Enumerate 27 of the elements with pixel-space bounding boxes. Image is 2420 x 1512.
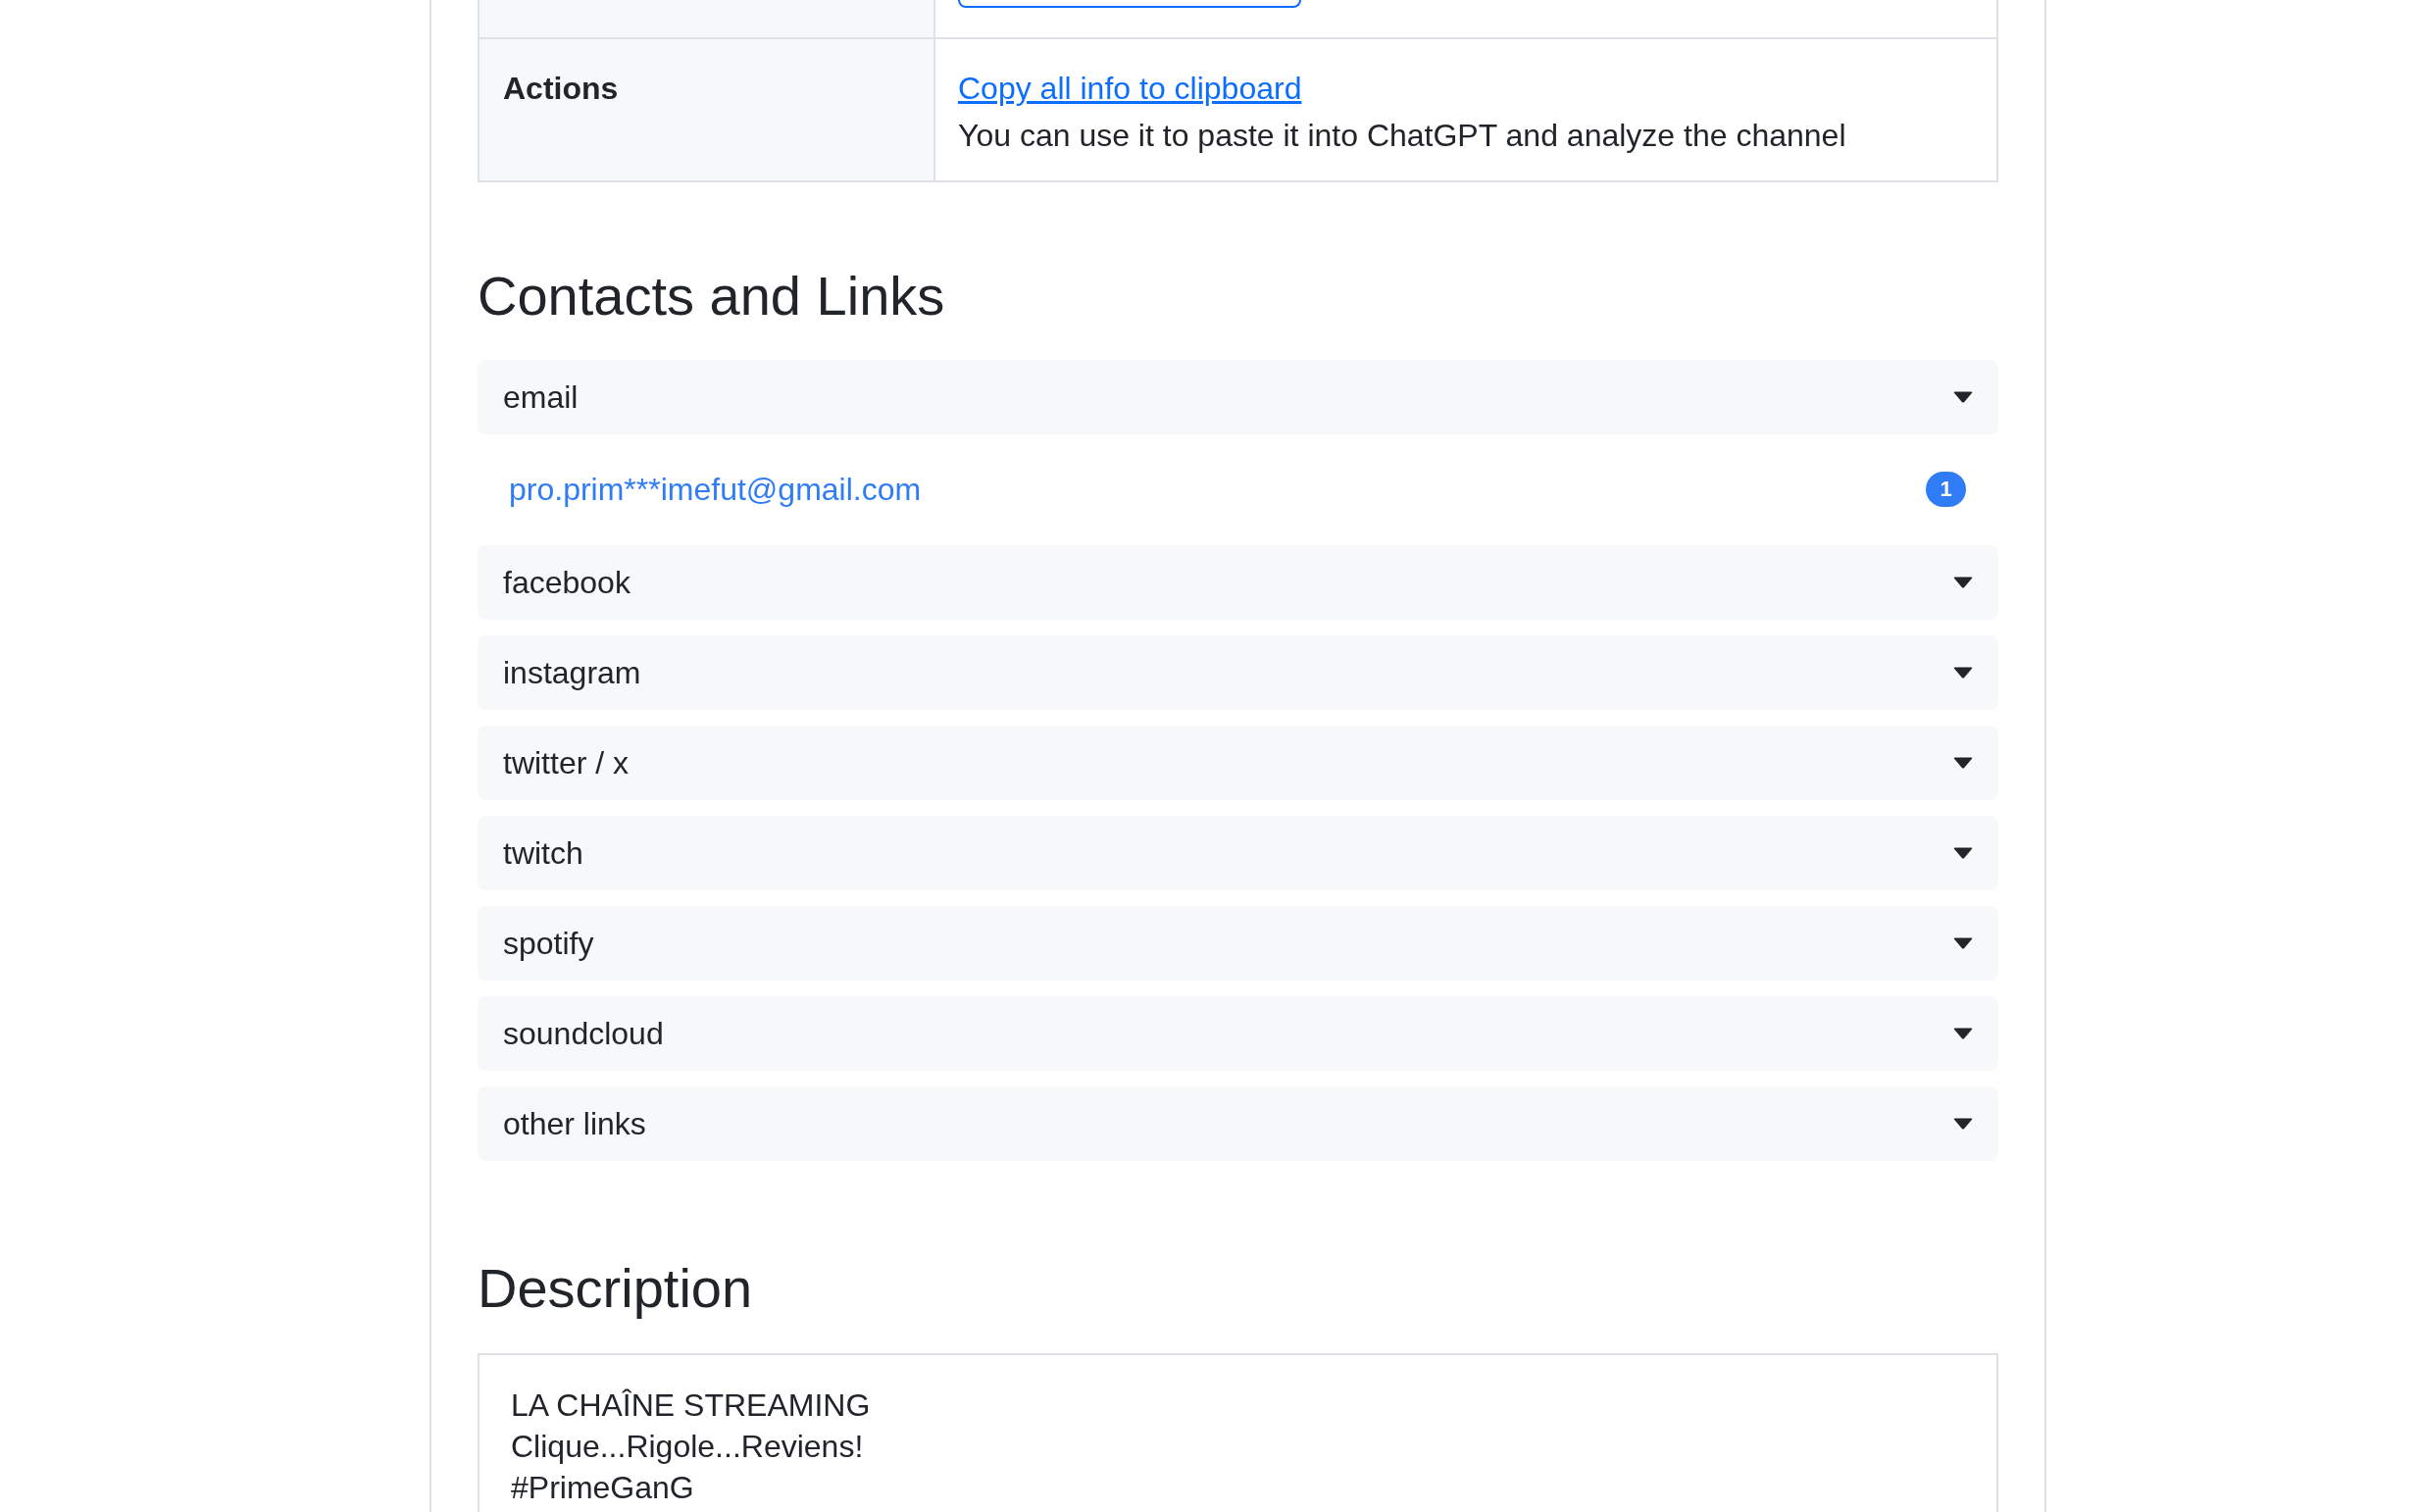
- accordion-header[interactable]: spotify: [478, 906, 1998, 981]
- description-line: #PrimeGanG: [511, 1469, 694, 1507]
- description-line: Clique...Rigole...Reviens!: [511, 1428, 864, 1466]
- accordion-header[interactable]: other links: [478, 1086, 1998, 1161]
- accordion-header[interactable]: soundcloud: [478, 996, 1998, 1071]
- caret-down-icon: [1953, 847, 1973, 859]
- caret-down-icon: [1953, 757, 1973, 769]
- outline-button[interactable]: [958, 0, 1301, 8]
- caret-down-icon: [1953, 937, 1973, 949]
- actions-note: You can use it to paste it into ChatGPT and analyze the channel: [958, 117, 1846, 155]
- caret-down-icon: [1953, 667, 1973, 679]
- section-heading: Contacts and Links: [478, 264, 945, 328]
- description-line: LA CHAÎNE STREAMING: [511, 1386, 871, 1425]
- count-badge: 1: [1926, 472, 1966, 507]
- caret-down-icon: [1953, 577, 1973, 588]
- accordion-header[interactable]: twitter / x: [478, 726, 1998, 800]
- accordion-header[interactable]: twitch: [478, 816, 1998, 890]
- section-heading: Description: [478, 1256, 753, 1321]
- accordion-header[interactable]: email: [478, 360, 1998, 434]
- accordion-header[interactable]: instagram: [478, 635, 1998, 710]
- row-label: Actions: [503, 71, 619, 106]
- email-link[interactable]: pro.prim***imefut@gmail.com: [509, 466, 922, 513]
- accordion-header[interactable]: facebook: [478, 545, 1998, 620]
- caret-down-icon: [1953, 1028, 1973, 1039]
- caret-down-icon: [1953, 391, 1973, 403]
- copy-link[interactable]: Copy all info to clipboard: [958, 65, 1302, 112]
- caret-down-icon: [1953, 1118, 1973, 1130]
